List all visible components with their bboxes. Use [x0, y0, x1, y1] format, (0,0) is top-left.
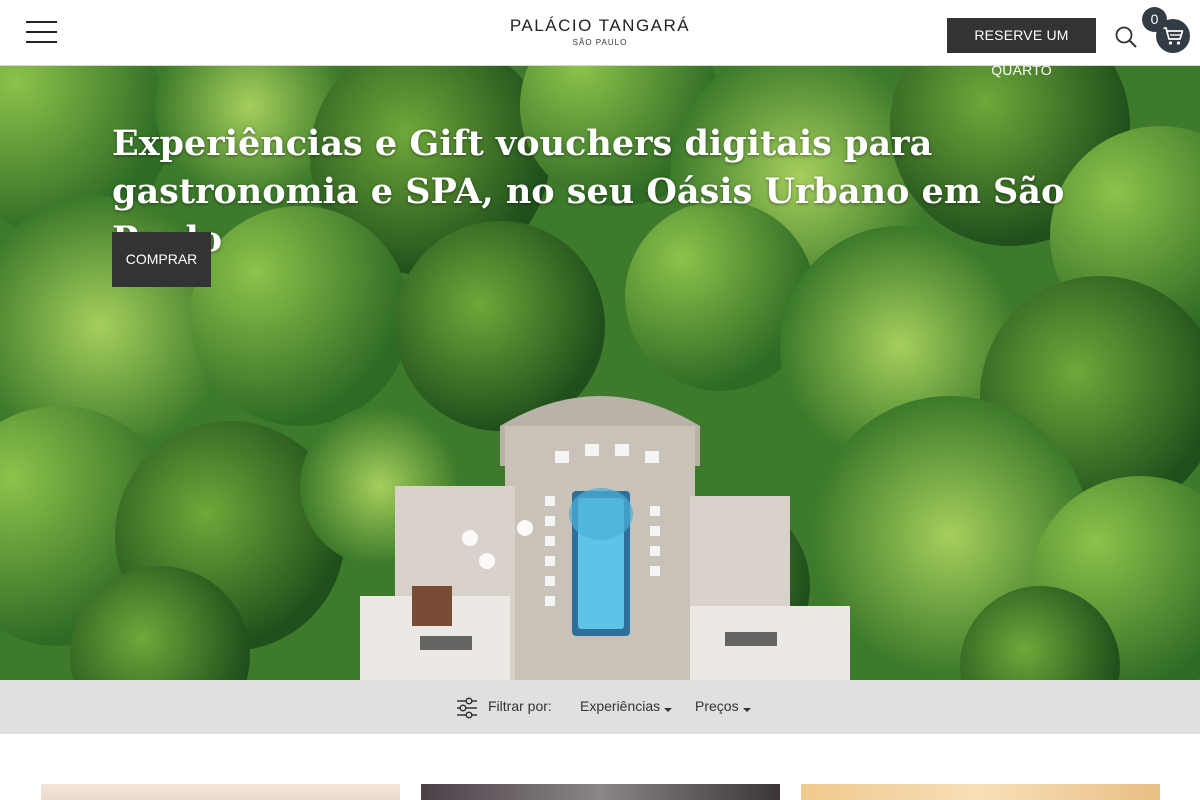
site-header: PALÁCIO TANGARÁ SÃO PAULO RESERVE UM QUA… [0, 0, 1200, 78]
product-card-image[interactable] [801, 784, 1160, 800]
product-card-image[interactable] [421, 784, 780, 800]
menu-icon[interactable] [26, 21, 58, 43]
prices-dropdown-label: Preços [695, 698, 739, 714]
product-card-image[interactable] [41, 784, 400, 800]
reserve-room-button[interactable]: RESERVE UM QUARTO [947, 18, 1096, 78]
filter-label: Filtrar por: [488, 698, 552, 714]
filter-bar: Filtrar por: Experiências Preços [0, 680, 1200, 734]
logo[interactable]: PALÁCIO TANGARÁ SÃO PAULO [500, 16, 700, 47]
cart-count-badge: 0 [1142, 7, 1167, 32]
hero-banner: Experiências e Gift vouchers digitais pa… [0, 66, 1200, 680]
logo-title: PALÁCIO TANGARÁ [509, 16, 691, 35]
search-icon[interactable] [1114, 25, 1138, 49]
filter-sliders-icon [457, 697, 477, 719]
prices-dropdown[interactable]: Preços [695, 698, 751, 714]
chevron-down-icon [664, 708, 673, 712]
experiences-dropdown[interactable]: Experiências [580, 698, 673, 714]
cart-icon [1163, 27, 1184, 45]
buy-button[interactable]: COMPRAR [112, 232, 211, 287]
logo-subtitle: SÃO PAULO [572, 38, 628, 47]
hero-title: Experiências e Gift vouchers digitais pa… [112, 123, 1065, 260]
product-grid [0, 734, 1200, 800]
chevron-down-icon [742, 708, 751, 712]
experiences-dropdown-label: Experiências [580, 698, 661, 714]
